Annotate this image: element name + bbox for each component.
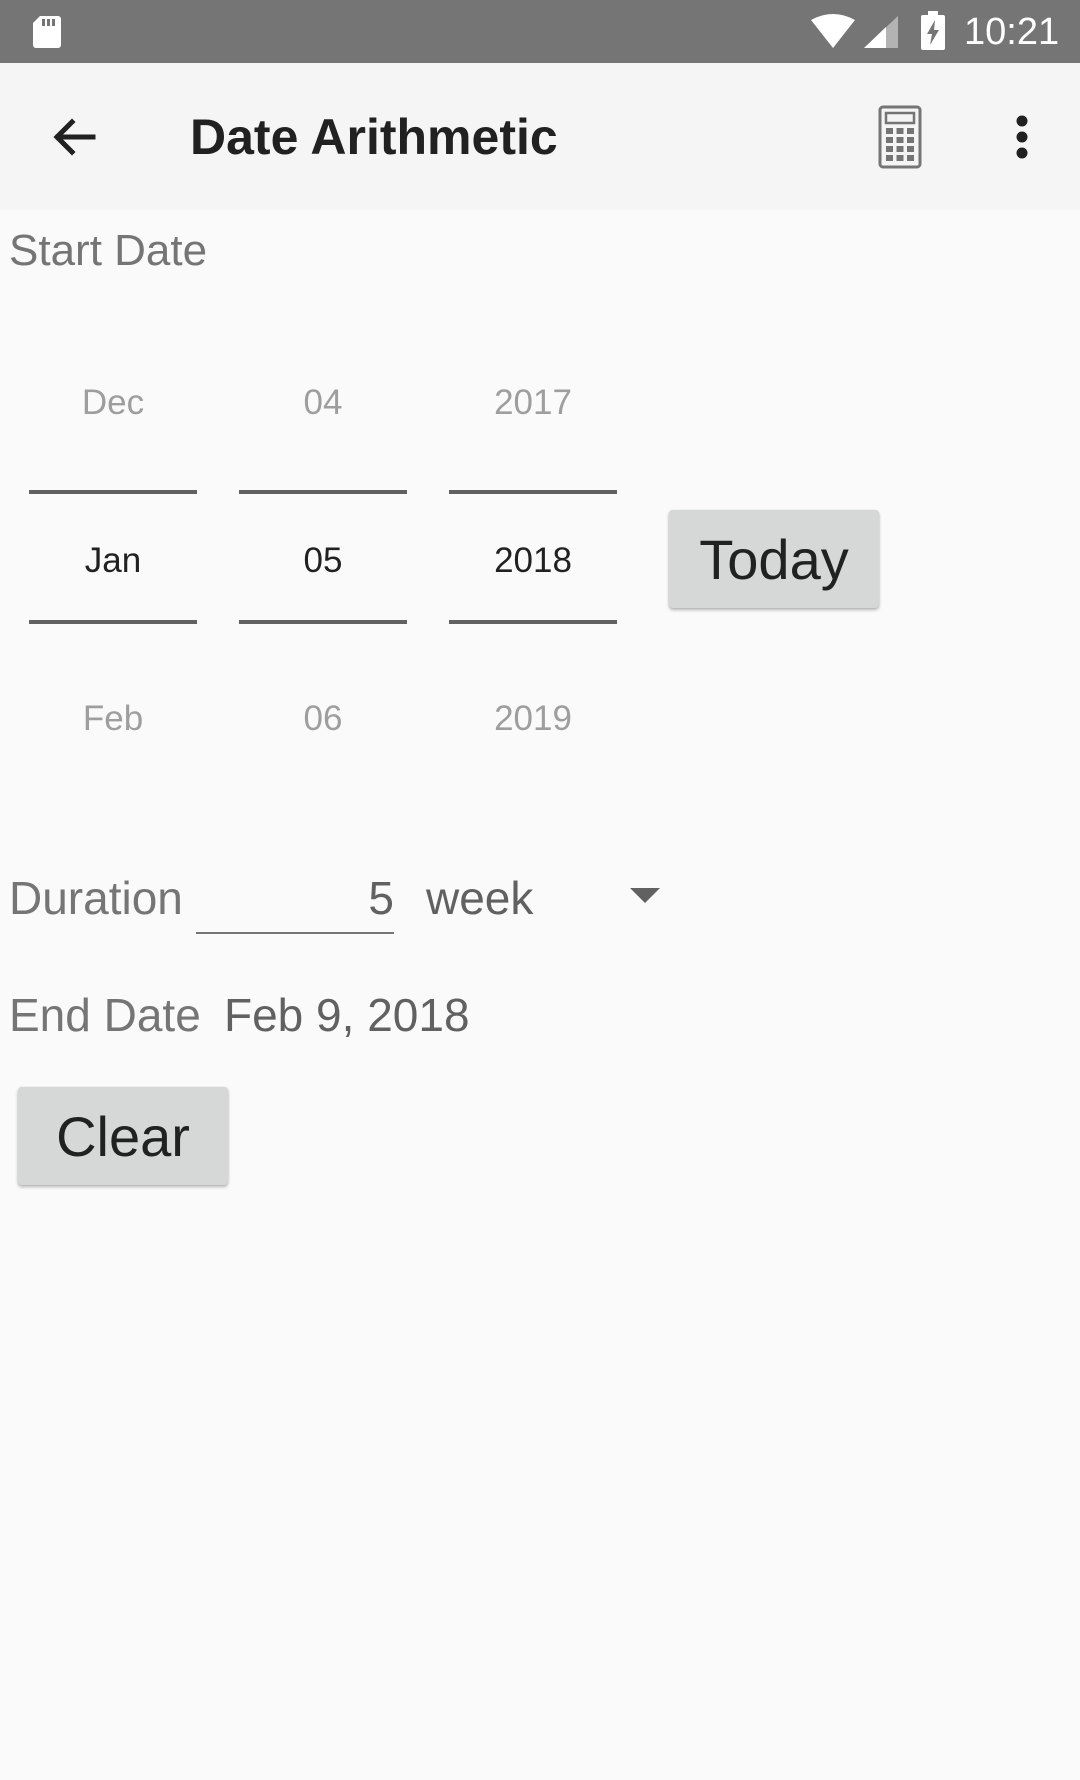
day-prev-value[interactable]: 04 [239,383,407,423]
start-date-label: Start Date [9,226,208,275]
dropdown-arrow-icon [630,888,660,903]
duration-input[interactable]: 5 [196,864,394,934]
year-next-value[interactable]: 2019 [449,699,617,739]
duration-value: 5 [368,872,394,924]
more-vert-icon [1016,115,1028,159]
month-next-value[interactable]: Feb [29,699,197,739]
arrow-back-icon [53,118,96,156]
duration-label: Duration [9,872,183,924]
year-selected-value[interactable]: 2018 [449,541,617,581]
screen: 10:21 Date Arithmetic Start Date Dec Jan… [0,0,1080,1780]
picker-divider [29,490,197,494]
month-picker[interactable]: Dec Jan Feb [29,320,197,738]
year-prev-value[interactable]: 2017 [449,383,617,423]
end-date-value: Feb 9, 2018 [224,989,470,1041]
duration-unit-spinner[interactable]: week [420,864,670,934]
calculator-icon [878,105,922,169]
app-toolbar: Date Arithmetic [0,63,1080,210]
duration-unit-value: week [426,872,534,924]
year-picker[interactable]: 2017 2018 2019 [449,320,617,738]
clear-button[interactable]: Clear [18,1087,228,1185]
cell-signal-icon [864,16,898,48]
month-prev-value[interactable]: Dec [29,383,197,423]
picker-divider [239,490,407,494]
day-selected-value[interactable]: 05 [239,541,407,581]
back-button[interactable] [38,101,110,173]
today-button[interactable]: Today [669,510,879,608]
month-selected-value[interactable]: Jan [29,541,197,581]
sd-card-icon [33,16,61,48]
status-bar: 10:21 [0,0,1080,63]
end-date-label: End Date [9,989,201,1041]
wifi-icon [811,14,855,48]
status-clock: 10:21 [964,11,1060,53]
day-next-value[interactable]: 06 [239,699,407,739]
picker-divider [239,620,407,624]
calculator-button[interactable] [868,99,932,175]
picker-divider [449,620,617,624]
more-options-button[interactable] [990,99,1054,175]
input-underline [196,932,394,934]
picker-divider [29,620,197,624]
day-picker[interactable]: 04 05 06 [239,320,407,738]
page-title: Date Arithmetic [190,109,558,165]
picker-divider [449,490,617,494]
battery-charging-icon [921,11,945,50]
